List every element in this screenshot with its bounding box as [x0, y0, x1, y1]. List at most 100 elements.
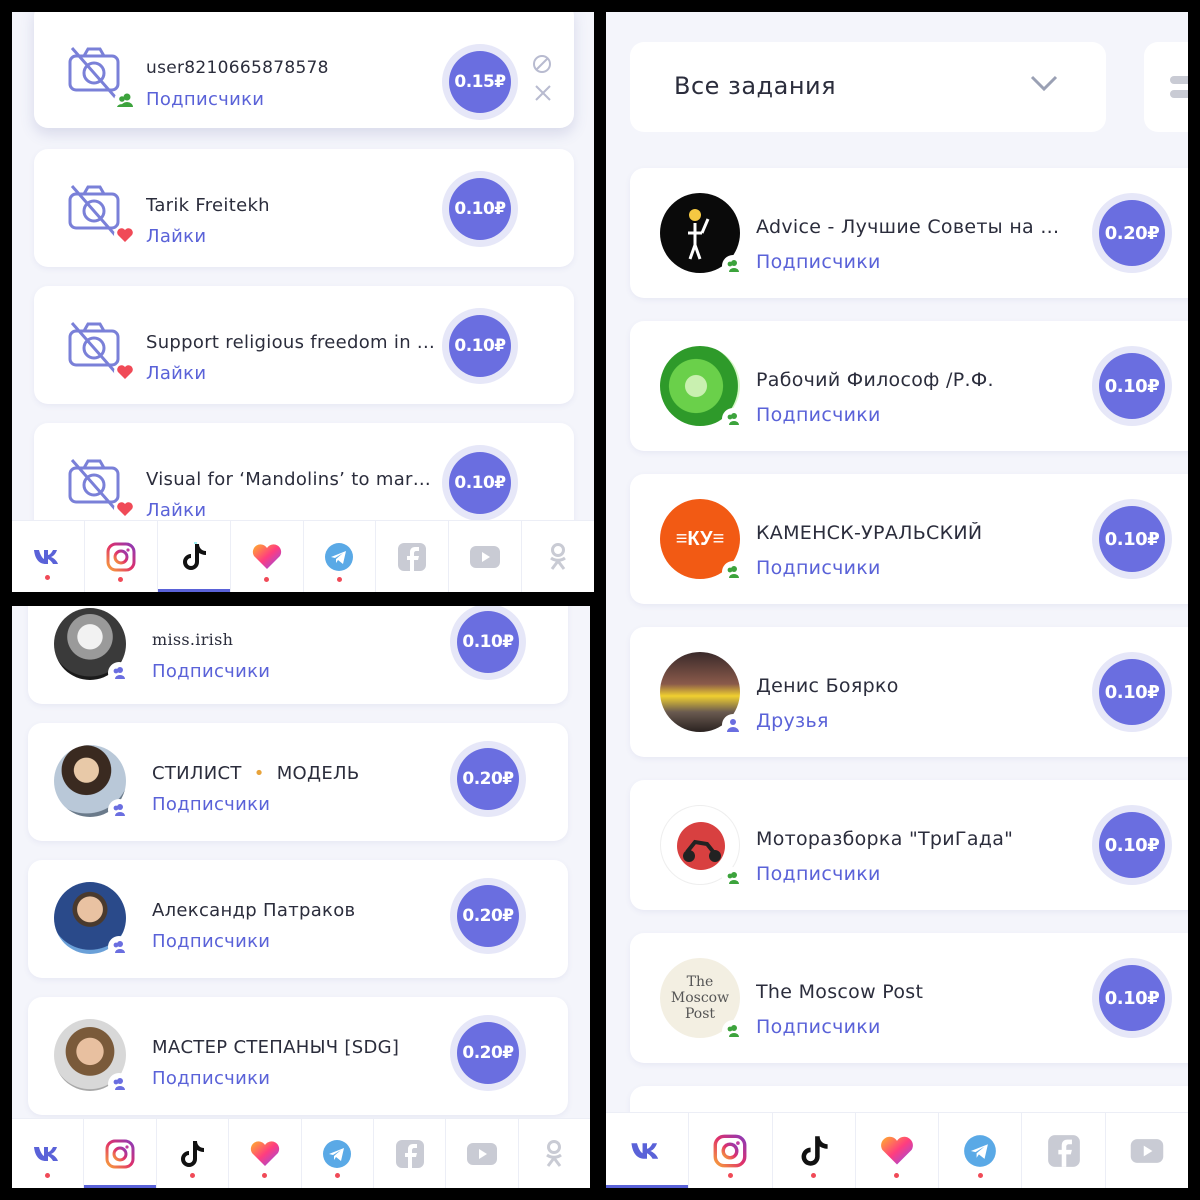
- price-badge: 0.10₽: [442, 445, 518, 521]
- tab-facebook[interactable]: [1022, 1113, 1106, 1188]
- youtube-icon: [466, 1142, 497, 1165]
- task-title: Tarik Freitekh: [146, 195, 270, 216]
- vk-icon: [631, 1142, 659, 1159]
- tab-vk[interactable]: [606, 1113, 690, 1188]
- social-tab-bar: [12, 520, 594, 592]
- panel-vk-tasks: Все задания Advice - Лучшие Советы на ..…: [606, 12, 1188, 1188]
- task-title: Денис Боярко: [756, 675, 899, 697]
- tiktok-icon: [182, 542, 206, 570]
- task-card[interactable]: The Moscow Post The Moscow Post Подписчи…: [630, 933, 1188, 1063]
- tab-vk[interactable]: [12, 1119, 85, 1188]
- tab-vk[interactable]: [12, 521, 85, 592]
- odnoklassniki-icon: [550, 542, 566, 570]
- sliders-icon: [1170, 76, 1188, 98]
- tab-facebook[interactable]: [374, 1119, 447, 1188]
- price-badge: 0.20₽: [450, 1015, 526, 1091]
- followers-icon: [722, 1020, 744, 1042]
- no-photo-icon: [66, 44, 136, 112]
- task-title: Support religious freedom in ...: [146, 332, 435, 353]
- task-card[interactable]: Support religious freedom in ... Лайки 0…: [34, 286, 574, 404]
- price-badge: 0.15₽: [442, 44, 518, 120]
- tab-youtube[interactable]: [1106, 1113, 1188, 1188]
- heart-icon: [114, 361, 136, 387]
- task-card[interactable]: Александр Патраков Подписчики 0.20₽: [28, 860, 568, 978]
- close-icon[interactable]: [534, 84, 552, 106]
- tab-likee[interactable]: [231, 521, 304, 592]
- task-card[interactable]: Рабочий Философ /Р.Ф. Подписчики 0.10₽: [630, 321, 1188, 451]
- chevron-down-icon: [1030, 74, 1058, 96]
- task-card[interactable]: СТИЛИСТ • МОДЕЛЬ Подписчики 0.20₽: [28, 723, 568, 841]
- task-filter-label: Все задания: [674, 72, 837, 100]
- task-card[interactable]: user8210665878578 Подписчики 0.15₽: [34, 12, 574, 128]
- followers-icon: [108, 662, 130, 684]
- tab-telegram[interactable]: [304, 521, 377, 592]
- hide-icon[interactable]: [532, 54, 552, 78]
- tab-tiktok[interactable]: [773, 1113, 856, 1188]
- tab-odnoklassniki[interactable]: [522, 521, 594, 592]
- task-card[interactable]: Advice - Лучшие Советы на ... Подписчики…: [630, 168, 1188, 298]
- tab-likee[interactable]: [856, 1113, 940, 1188]
- task-type: Подписчики: [756, 404, 881, 426]
- followers-icon: [108, 1073, 130, 1095]
- task-title: The Moscow Post: [756, 981, 924, 1003]
- facebook-icon: [395, 1139, 424, 1168]
- followers-icon: [722, 561, 744, 583]
- followers-icon: [108, 799, 130, 821]
- tab-youtube[interactable]: [446, 1119, 519, 1188]
- price-badge: 0.20₽: [450, 741, 526, 817]
- odnoklassniki-icon: [546, 1139, 563, 1167]
- task-card[interactable]: МАСТЕР СТЕПАНЫЧ [SDG] Подписчики 0.20₽: [28, 997, 568, 1115]
- price-badge: 0.20₽: [1092, 193, 1172, 273]
- vk-icon: [33, 549, 58, 564]
- task-type: Подписчики: [152, 794, 271, 815]
- task-card[interactable]: Моторазборка "ТриГада" Подписчики 0.10₽: [630, 780, 1188, 910]
- facebook-icon: [1047, 1134, 1080, 1167]
- tab-instagram[interactable]: [689, 1113, 773, 1188]
- task-card[interactable]: miss.irish Подписчики 0.10₽: [28, 606, 568, 704]
- avatar: [660, 652, 744, 736]
- task-card[interactable]: Tarik Freitekh Лайки 0.10₽: [34, 149, 574, 267]
- price-badge: 0.10₽: [450, 606, 526, 680]
- youtube-icon: [1130, 1138, 1164, 1163]
- task-card[interactable]: Денис Боярко Друзья 0.10₽: [630, 627, 1188, 757]
- avatar: The Moscow Post: [660, 958, 744, 1042]
- avatar: [660, 193, 744, 277]
- task-type: Подписчики: [152, 661, 271, 682]
- task-title: Visual for ‘Mandolins’ to mark...: [146, 469, 436, 490]
- task-title: user8210665878578: [146, 58, 329, 78]
- followers-icon: [114, 90, 136, 112]
- task-card[interactable]: ≡КУ≡ КАМЕНСК-УРАЛЬСКИЙ Подписчики 0.10₽: [630, 474, 1188, 604]
- facebook-icon: [398, 542, 427, 571]
- tab-instagram[interactable]: [84, 1119, 157, 1188]
- price-badge: 0.10₽: [1092, 346, 1172, 426]
- task-type: Лайки: [146, 226, 207, 247]
- tab-telegram[interactable]: [302, 1119, 374, 1188]
- no-photo-icon: [66, 182, 136, 246]
- task-type: Лайки: [146, 363, 207, 384]
- task-title: КАМЕНСК-УРАЛЬСКИЙ: [756, 522, 983, 544]
- tab-youtube[interactable]: [449, 521, 523, 592]
- price-badge: 0.10₽: [1092, 958, 1172, 1038]
- tab-telegram[interactable]: [939, 1113, 1023, 1188]
- price-badge: 0.10₽: [442, 308, 518, 384]
- task-filter-dropdown[interactable]: Все задания: [630, 42, 1106, 132]
- telegram-icon: [964, 1134, 997, 1167]
- tab-likee[interactable]: [229, 1119, 302, 1188]
- vk-icon: [33, 1146, 58, 1161]
- filter-button[interactable]: [1144, 42, 1188, 132]
- instagram-icon: [713, 1134, 747, 1167]
- tab-tiktok[interactable]: [157, 521, 231, 592]
- no-photo-icon: [66, 456, 136, 520]
- price-badge: 0.20₽: [450, 878, 526, 954]
- tab-odnoklassniki[interactable]: [519, 1119, 590, 1188]
- tiktok-icon: [801, 1135, 828, 1166]
- tab-tiktok[interactable]: [157, 1119, 230, 1188]
- tab-facebook[interactable]: [376, 521, 450, 592]
- likee-heart-icon: [250, 1140, 279, 1166]
- task-title: Рабочий Философ /Р.Ф.: [756, 369, 994, 391]
- friends-icon: [722, 714, 744, 736]
- social-tab-bar: [12, 1118, 590, 1188]
- telegram-icon: [323, 1139, 352, 1168]
- task-type: Подписчики: [756, 863, 881, 885]
- tab-instagram[interactable]: [85, 521, 158, 592]
